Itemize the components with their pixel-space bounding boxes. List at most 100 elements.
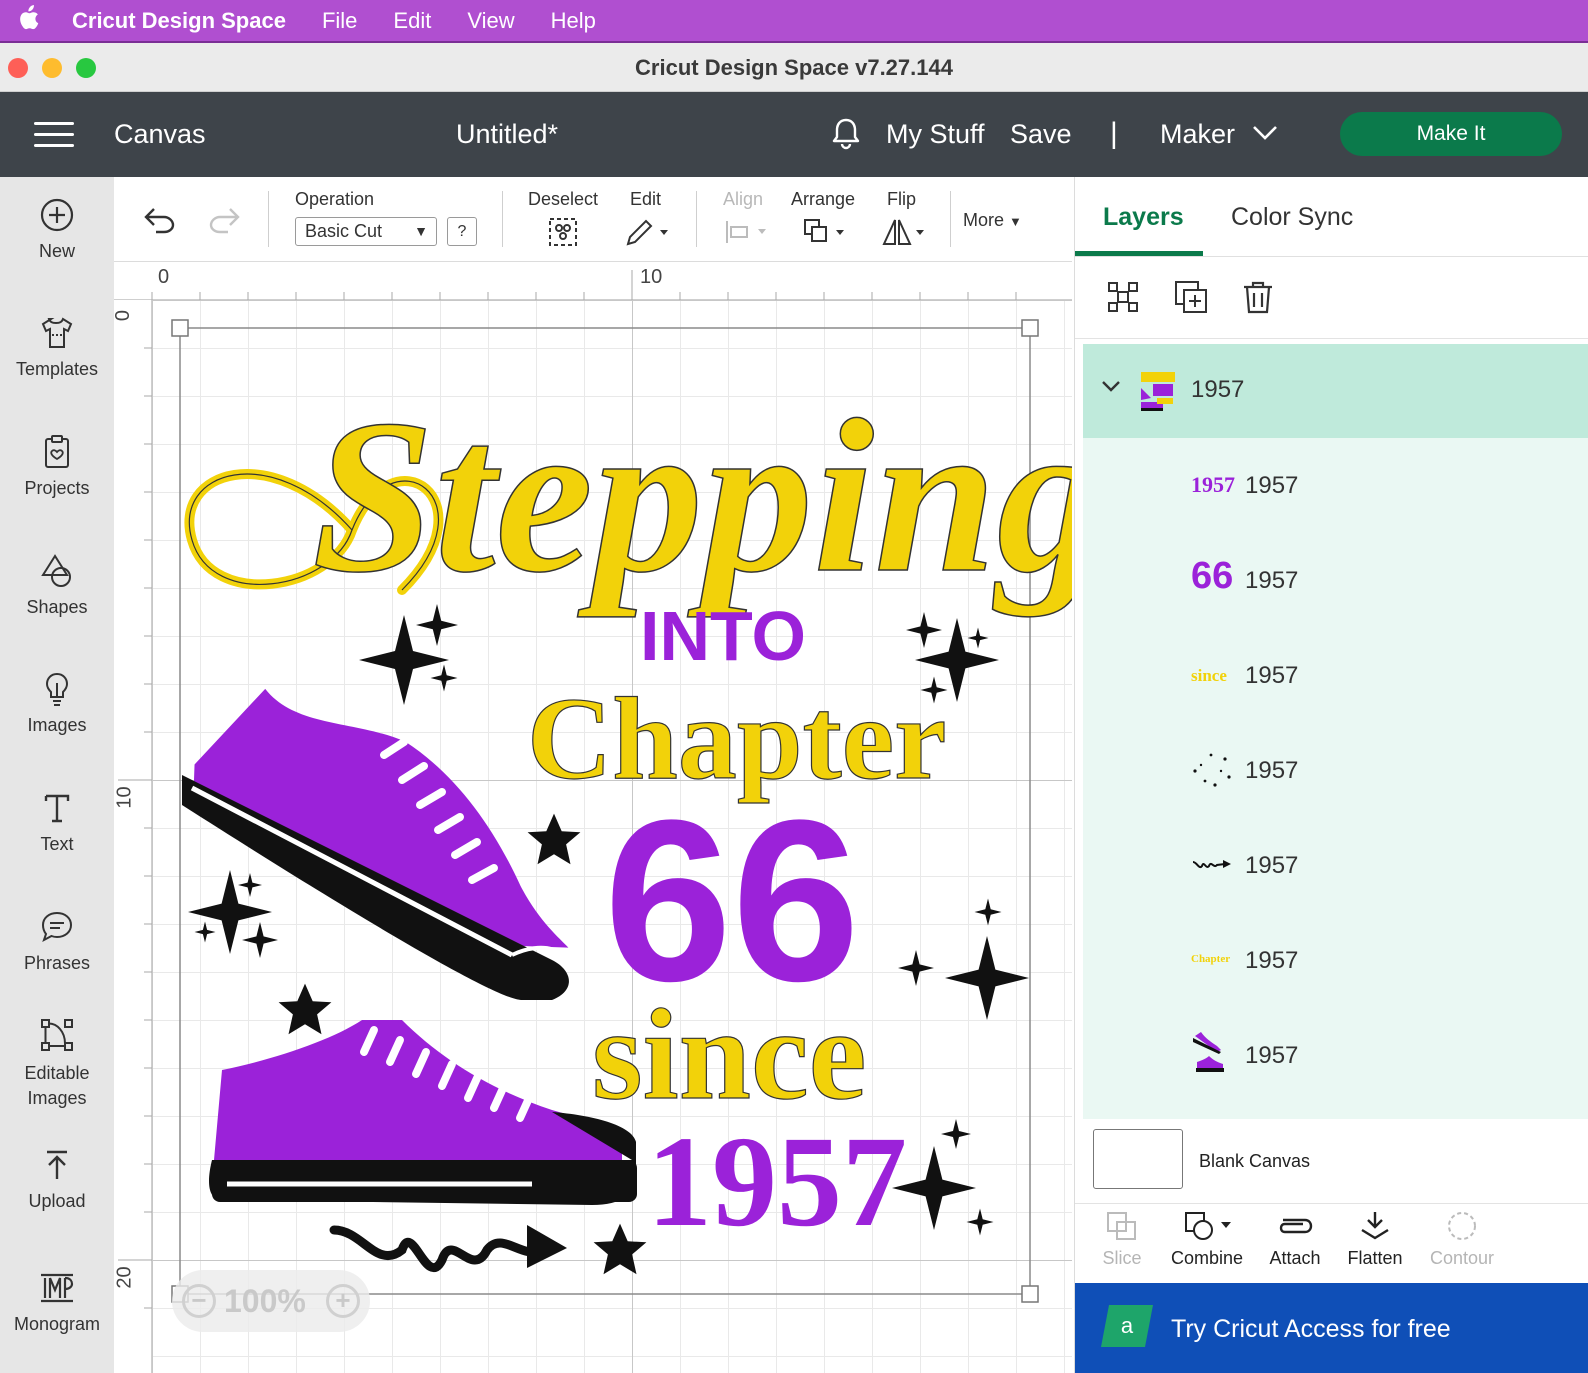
attach-label: Attach (1269, 1248, 1321, 1268)
slice-button[interactable]: Slice (1097, 1204, 1147, 1269)
layers-panel: Layers Color Sync 1957 1957 1957 66 1957… (1074, 177, 1588, 1373)
dropdown-arrow-icon: ▼ (414, 223, 428, 239)
layer-name: 1957 (1245, 472, 1299, 499)
align-icon[interactable] (724, 219, 770, 245)
window-titlebar: Cricut Design Space v7.27.144 (0, 43, 1588, 92)
my-stuff-link[interactable]: My Stuff (886, 119, 985, 150)
combine-button[interactable]: Combine (1167, 1204, 1247, 1269)
menubar-app-name[interactable]: Cricut Design Space (72, 8, 286, 34)
layer-row[interactable]: 1957 (1083, 818, 1588, 913)
layer-row[interactable]: 1957 (1083, 1008, 1588, 1103)
sidebar-item-shapes[interactable]: Shapes (0, 553, 114, 618)
zoom-in-button[interactable]: + (326, 1284, 360, 1318)
duplicate-icon[interactable] (1173, 279, 1209, 315)
sidebar-item-projects[interactable]: Projects (0, 434, 114, 499)
bell-icon[interactable] (828, 116, 864, 152)
redo-icon[interactable] (206, 205, 242, 235)
design-word-since: since (592, 983, 866, 1127)
sidebar-item-templates[interactable]: Templates (0, 315, 114, 380)
layer-row[interactable]: Chapter 1957 (1083, 913, 1588, 1008)
zoom-out-button[interactable]: − (182, 1284, 216, 1318)
apple-icon[interactable] (0, 4, 56, 37)
selection-handle-bottom-right[interactable] (1021, 1285, 1039, 1303)
sidebar-item-monogram[interactable]: Monogram (0, 1270, 114, 1335)
layer-thumbnail-stars (1193, 753, 1231, 787)
sidebar-item-label: New (38, 241, 75, 261)
attach-button[interactable]: Attach (1263, 1204, 1327, 1269)
blank-canvas-swatch[interactable] (1093, 1129, 1183, 1189)
arrange-label[interactable]: Arrange (791, 189, 855, 210)
sidebar-item-label: Images (27, 715, 87, 735)
layer-thumbnail: Chapter (1191, 953, 1231, 965)
window-title: Cricut Design Space v7.27.144 (635, 55, 953, 80)
operation-select[interactable]: Basic Cut ▼ (295, 217, 437, 246)
slice-label: Slice (1102, 1248, 1142, 1268)
layer-thumbnail-squiggle (1192, 860, 1231, 869)
sidebar-item-new[interactable]: New (0, 197, 114, 262)
layer-thumbnail: since (1191, 666, 1227, 685)
layer-tools-bar (1075, 257, 1588, 339)
menu-edit[interactable]: Edit (393, 8, 431, 34)
menu-view[interactable]: View (467, 8, 514, 34)
operation-value: Basic Cut (305, 221, 383, 241)
tab-color-sync[interactable]: Color Sync (1231, 203, 1353, 232)
zoom-level: 100% (224, 1283, 306, 1319)
group-thumbnail (1137, 368, 1179, 412)
lightbulb-icon (45, 672, 69, 706)
more-menu[interactable]: More ▼ (963, 210, 1022, 231)
tab-layers[interactable]: Layers (1103, 203, 1184, 232)
design-artwork[interactable]: Stepping INTO Chapter 66 since 1957 (152, 300, 1072, 1373)
sidebar-item-label: Text (40, 834, 74, 854)
sidebar-item-upload[interactable]: Upload (0, 1147, 114, 1212)
ruler-left-label-10: 10 (113, 786, 136, 809)
deselect-icon[interactable] (548, 217, 578, 247)
ruler-left-label-20: 20 (113, 1266, 136, 1289)
design-canvas[interactable]: Stepping INTO Chapter 66 since 1957 − 10… (152, 300, 1072, 1373)
flip-icon[interactable] (882, 217, 930, 247)
layer-group-row[interactable]: 1957 (1083, 344, 1588, 438)
layer-row[interactable]: since 1957 (1083, 628, 1588, 723)
sidebar-item-phrases[interactable]: Phrases (0, 909, 114, 974)
menu-help[interactable]: Help (551, 8, 596, 34)
cricut-access-banner[interactable]: a Try Cricut Access for free (1075, 1283, 1588, 1373)
make-it-button[interactable]: Make It (1340, 112, 1562, 156)
menu-file[interactable]: File (322, 8, 357, 34)
selection-handle-top-left[interactable] (171, 319, 189, 337)
flatten-button[interactable]: Flatten (1343, 1204, 1407, 1269)
ruler-left-label-0: 0 (112, 309, 135, 322)
machine-selector[interactable]: Maker (1160, 119, 1235, 150)
blank-canvas-row[interactable]: Blank Canvas (1075, 1119, 1588, 1203)
arrange-icon[interactable] (802, 217, 850, 247)
ruler-vertical: 0 10 20 (112, 300, 152, 1373)
layer-row[interactable]: 1957 (1083, 723, 1588, 818)
selection-handle-top-right[interactable] (1021, 319, 1039, 337)
more-label: More (963, 210, 1005, 230)
chevron-down-icon[interactable] (1101, 380, 1121, 394)
document-title[interactable]: Untitled* (456, 119, 558, 150)
chevron-down-icon[interactable] (1252, 124, 1278, 142)
layer-thumbnail-sneakers (1193, 1032, 1224, 1072)
flip-label[interactable]: Flip (887, 189, 916, 210)
sidebar-item-editable-images[interactable]: Editable Images (0, 1017, 114, 1111)
hamburger-menu-icon[interactable] (34, 122, 74, 148)
undo-icon[interactable] (142, 205, 178, 235)
layer-row[interactable]: 1957 1957 (1083, 438, 1588, 533)
layer-name: 1957 (1245, 567, 1299, 594)
edit-label[interactable]: Edit (630, 189, 661, 210)
layer-row[interactable]: 66 1957 (1083, 533, 1588, 628)
deselect-label[interactable]: Deselect (528, 189, 598, 210)
save-button[interactable]: Save (1010, 119, 1072, 150)
text-t-icon (44, 794, 70, 823)
design-word-stepping: Stepping (312, 374, 1072, 618)
trash-icon[interactable] (1241, 279, 1275, 315)
contour-button[interactable]: Contour (1425, 1204, 1499, 1269)
blank-canvas-label: Blank Canvas (1199, 1151, 1311, 1171)
sidebar-item-label: Shapes (26, 597, 88, 617)
align-label[interactable]: Align (723, 189, 763, 210)
group-icon[interactable] (1105, 279, 1141, 315)
sidebar-item-images[interactable]: Images (0, 671, 114, 736)
sidebar-item-text[interactable]: Text (0, 790, 114, 855)
combine-label: Combine (1170, 1248, 1244, 1268)
edit-pencil-icon[interactable] (624, 217, 672, 247)
operation-help-button[interactable]: ? (447, 217, 477, 246)
